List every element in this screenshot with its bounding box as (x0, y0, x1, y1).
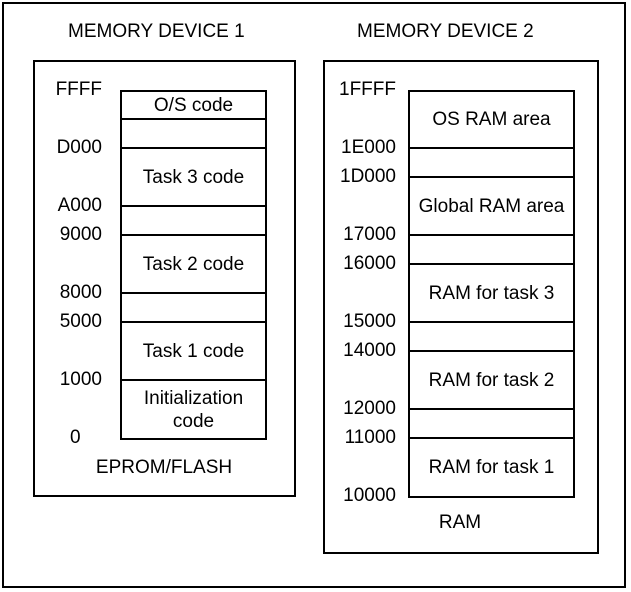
device2-region-5 (410, 323, 573, 352)
device1-region-1 (122, 120, 265, 149)
device1-address-1: D000 (56, 137, 102, 158)
device1-title: MEMORY DEVICE 1 (68, 21, 245, 42)
device2-address-8: 11000 (344, 427, 396, 448)
device2-region-3 (410, 236, 573, 265)
device2-address-0: 1FFFF (339, 79, 396, 100)
device1-region-3 (122, 207, 265, 236)
device2-region-8: RAM for task 1 (428, 457, 555, 478)
device2-address-3: 17000 (343, 224, 396, 245)
device2-address-1: 1E000 (341, 137, 396, 158)
device1-region-5 (122, 294, 265, 323)
device1-region-4: Task 2 code (122, 236, 265, 294)
device2-address-5: 15000 (343, 311, 396, 332)
device2-region-6: RAM for task 2 (410, 352, 573, 410)
device2-region-4: RAM for task 3 (410, 265, 573, 323)
device1-address-4: 8000 (59, 282, 102, 303)
device2-region-7 (410, 410, 573, 439)
device2-address-9: 10000 (343, 485, 396, 506)
device2-address-2: 1D000 (340, 166, 396, 187)
device2-memory-map: OS RAM area Global RAM area RAM for task 3… (408, 90, 575, 498)
device1-address-5: 5000 (59, 311, 102, 332)
device2-title: MEMORY DEVICE 2 (357, 21, 534, 42)
device2-address-6: 14000 (343, 340, 396, 361)
device2-address-4: 16000 (343, 253, 396, 274)
device1-address-2: A000 (57, 195, 102, 216)
device1-address-3: 9000 (59, 224, 102, 245)
device1-address-7: 0 (70, 427, 81, 448)
device2-region-2: Global RAM area (410, 178, 573, 236)
device1-region-6: Task 1 code (122, 323, 265, 381)
device1-memory-map: O/S code Task 3 code Task 2 code Task 1 cod… (120, 90, 267, 440)
device1-caption: EPROM/FLASH (95, 457, 233, 478)
device2-address-7: 12000 (343, 398, 396, 419)
device1-address-0: FFFF (55, 79, 102, 100)
device1-region-0: O/S code (122, 92, 265, 120)
device2-caption: RAM (438, 512, 482, 533)
device2-region-0: OS RAM area (410, 92, 573, 149)
device1-address-6: 1000 (59, 369, 102, 390)
device2-region-1 (410, 149, 573, 178)
device1-region-2: Task 3 code (122, 149, 265, 207)
